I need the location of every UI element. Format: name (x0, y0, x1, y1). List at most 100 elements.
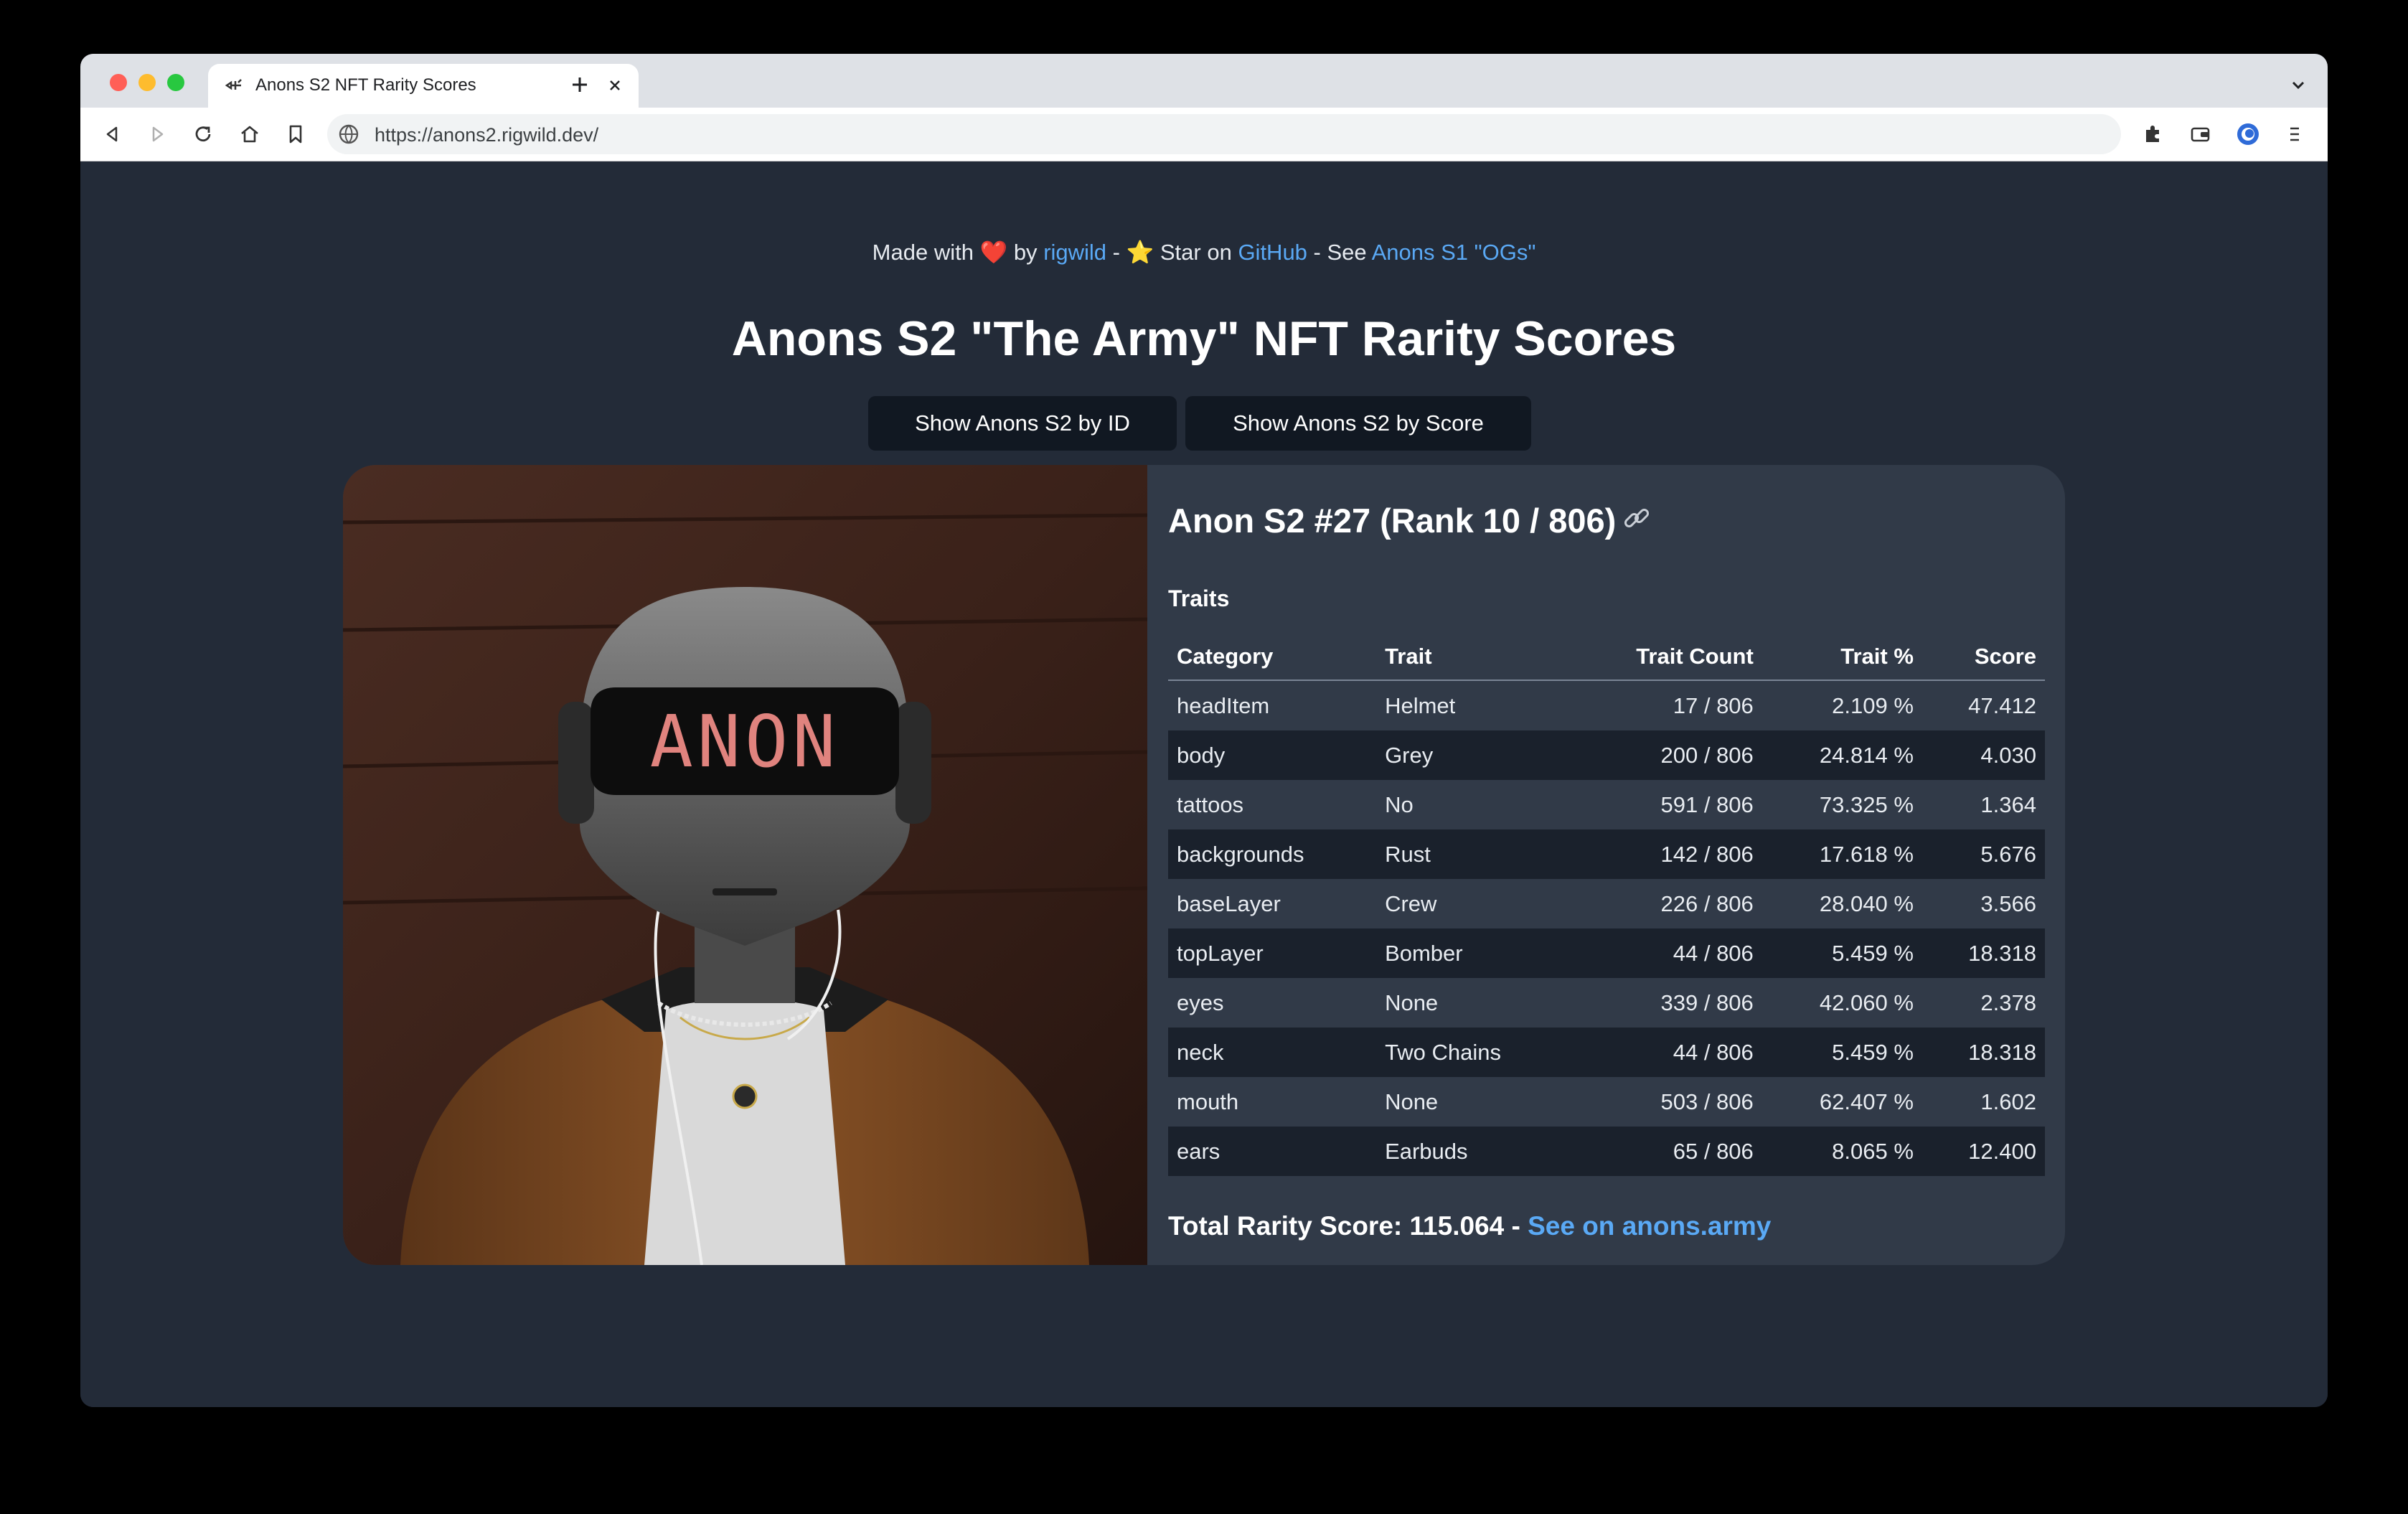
extensions-icon[interactable] (2140, 121, 2165, 147)
heart-icon: ❤️ (979, 240, 1008, 265)
anon-title: Anon S2 #27 (Rank 10 / 806) (1168, 502, 1617, 540)
total-rarity-score: Total Rarity Score: 115.064 - See on ano… (1168, 1211, 1771, 1241)
cell-trait-count: 503 / 806 (1660, 1089, 1754, 1114)
cell-category: neck (1177, 1039, 1224, 1065)
cell-score: 18.318 (1968, 940, 2036, 966)
cell-trait-percent: 2.109 % (1832, 692, 1914, 718)
browser-window: Anons S2 NFT Rarity Scores https://anons… (80, 54, 2328, 1407)
cell-trait-count: 339 / 806 (1660, 989, 1754, 1015)
new-tab-icon[interactable] (568, 72, 592, 97)
cell-category: tattoos (1177, 791, 1244, 817)
address-bar[interactable]: https://anons2.rigwild.dev/ (327, 114, 2121, 154)
cell-trait: No (1385, 791, 1414, 817)
cell-score: 18.318 (1968, 1039, 2036, 1065)
table-row: eyes None 339 / 806 42.060 % 2.378 (1168, 978, 2045, 1028)
cell-category: headItem (1177, 692, 1270, 718)
menu-icon[interactable] (2282, 121, 2308, 147)
reload-icon[interactable] (190, 121, 216, 147)
table-row: mouth None 503 / 806 62.407 % 1.602 (1168, 1077, 2045, 1127)
maximize-window-button[interactable] (167, 74, 184, 91)
author-link[interactable]: rigwild (1043, 240, 1106, 265)
github-link[interactable]: GitHub (1238, 240, 1307, 265)
cell-trait: Crew (1385, 890, 1437, 916)
cell-category: eyes (1177, 989, 1224, 1015)
traits-label: Traits (1168, 586, 1230, 611)
col-score: Score (1922, 634, 2045, 681)
wallet-icon[interactable] (2187, 121, 2213, 147)
cell-trait-count: 17 / 806 (1673, 692, 1754, 718)
cell-score: 3.566 (1980, 890, 2036, 916)
cell-score: 1.602 (1980, 1089, 2036, 1114)
cell-trait-percent: 73.325 % (1819, 791, 1914, 817)
cell-score: 2.378 (1980, 989, 2036, 1015)
cell-trait: Bomber (1385, 940, 1463, 966)
cell-category: ears (1177, 1138, 1221, 1164)
credit-separator: - (1112, 240, 1120, 265)
cell-trait-percent: 17.618 % (1819, 841, 1914, 867)
card-heading: Anon S2 #27 (Rank 10 / 806) (1168, 501, 1653, 540)
cell-score: 5.676 (1980, 841, 2036, 867)
cell-trait-percent: 42.060 % (1819, 989, 1914, 1015)
anon-card: ANON Anon S2 #27 (Rank 10 / 806) Traits … (343, 465, 2065, 1265)
credit-made-with: Made with (872, 240, 974, 265)
col-category: Category (1168, 634, 1377, 681)
credit-see: - See (1313, 240, 1367, 265)
cell-score: 4.030 (1980, 742, 2036, 768)
table-row: neck Two Chains 44 / 806 5.459 % 18.318 (1168, 1028, 2045, 1077)
tab-title: Anons S2 NFT Rarity Scores (255, 75, 476, 95)
cell-trait: None (1385, 1089, 1439, 1114)
cell-trait-percent: 24.814 % (1819, 742, 1914, 768)
cell-trait-count: 226 / 806 (1660, 890, 1754, 916)
anons-s1-link[interactable]: Anons S1 "OGs" (1372, 240, 1536, 265)
cell-trait-count: 200 / 806 (1660, 742, 1754, 768)
cell-trait: Grey (1385, 742, 1434, 768)
profile-icon[interactable] (2235, 121, 2261, 147)
anon-nft-image: ANON (343, 465, 1147, 1265)
cell-category: body (1177, 742, 1226, 768)
anons-army-link[interactable]: See on anons.army (1528, 1211, 1771, 1241)
forward-icon[interactable] (145, 121, 171, 147)
traits-table: Category Trait Trait Count Trait % Score… (1168, 634, 2045, 1176)
minimize-window-button[interactable] (138, 74, 156, 91)
table-row: topLayer Bomber 44 / 806 5.459 % 18.318 (1168, 928, 2045, 978)
tab-strip: Anons S2 NFT Rarity Scores (80, 54, 2328, 108)
cell-score: 47.412 (1968, 692, 2036, 718)
bookmark-icon[interactable] (283, 121, 309, 147)
cell-trait: None (1385, 989, 1439, 1015)
close-tab-icon[interactable] (604, 75, 626, 96)
col-trait-percent: Trait % (1762, 634, 1922, 681)
cell-trait-count: 44 / 806 (1673, 940, 1754, 966)
close-window-button[interactable] (110, 74, 127, 91)
table-row: ears Earbuds 65 / 806 8.065 % 12.400 (1168, 1127, 2045, 1176)
credit-by: by (1013, 240, 1038, 265)
site-info-icon[interactable] (337, 123, 360, 146)
link-icon[interactable] (1620, 502, 1653, 535)
col-trait: Trait (1376, 634, 1569, 681)
tab-list-chevron-icon[interactable] (2287, 74, 2309, 95)
table-row: backgrounds Rust 142 / 806 17.618 % 5.67… (1168, 829, 2045, 879)
browser-toolbar: https://anons2.rigwild.dev/ (80, 108, 2328, 161)
page-title: Anons S2 "The Army" NFT Rarity Scores (731, 311, 1677, 366)
cell-trait-count: 44 / 806 (1673, 1039, 1754, 1065)
back-icon[interactable] (99, 121, 125, 147)
table-row: headItem Helmet 17 / 806 2.109 % 47.412 (1168, 680, 2045, 730)
show-by-score-button[interactable]: Show Anons S2 by Score (1185, 396, 1531, 451)
cell-trait-percent: 5.459 % (1832, 940, 1914, 966)
cell-trait-percent: 28.040 % (1819, 890, 1914, 916)
traits-header-row: Category Trait Trait Count Trait % Score (1168, 634, 2045, 681)
credit-line: Made with ❤️ by rigwild - ⭐ Star on GitH… (80, 239, 2328, 265)
star-icon: ⭐ (1126, 240, 1154, 265)
cell-trait: Rust (1385, 841, 1431, 867)
cell-trait-count: 142 / 806 (1660, 841, 1754, 867)
home-icon[interactable] (237, 121, 263, 147)
table-row: baseLayer Crew 226 / 806 28.040 % 3.566 (1168, 879, 2045, 928)
cell-trait-percent: 5.459 % (1832, 1039, 1914, 1065)
cell-trait-percent: 8.065 % (1832, 1138, 1914, 1164)
cell-score: 12.400 (1968, 1138, 2036, 1164)
visor-text: ANON (650, 700, 840, 784)
show-by-id-button[interactable]: Show Anons S2 by ID (868, 396, 1177, 451)
table-row: tattoos No 591 / 806 73.325 % 1.364 (1168, 780, 2045, 829)
cell-trait-count: 65 / 806 (1673, 1138, 1754, 1164)
url-text[interactable]: https://anons2.rigwild.dev/ (375, 124, 598, 146)
cell-category: mouth (1177, 1089, 1239, 1114)
